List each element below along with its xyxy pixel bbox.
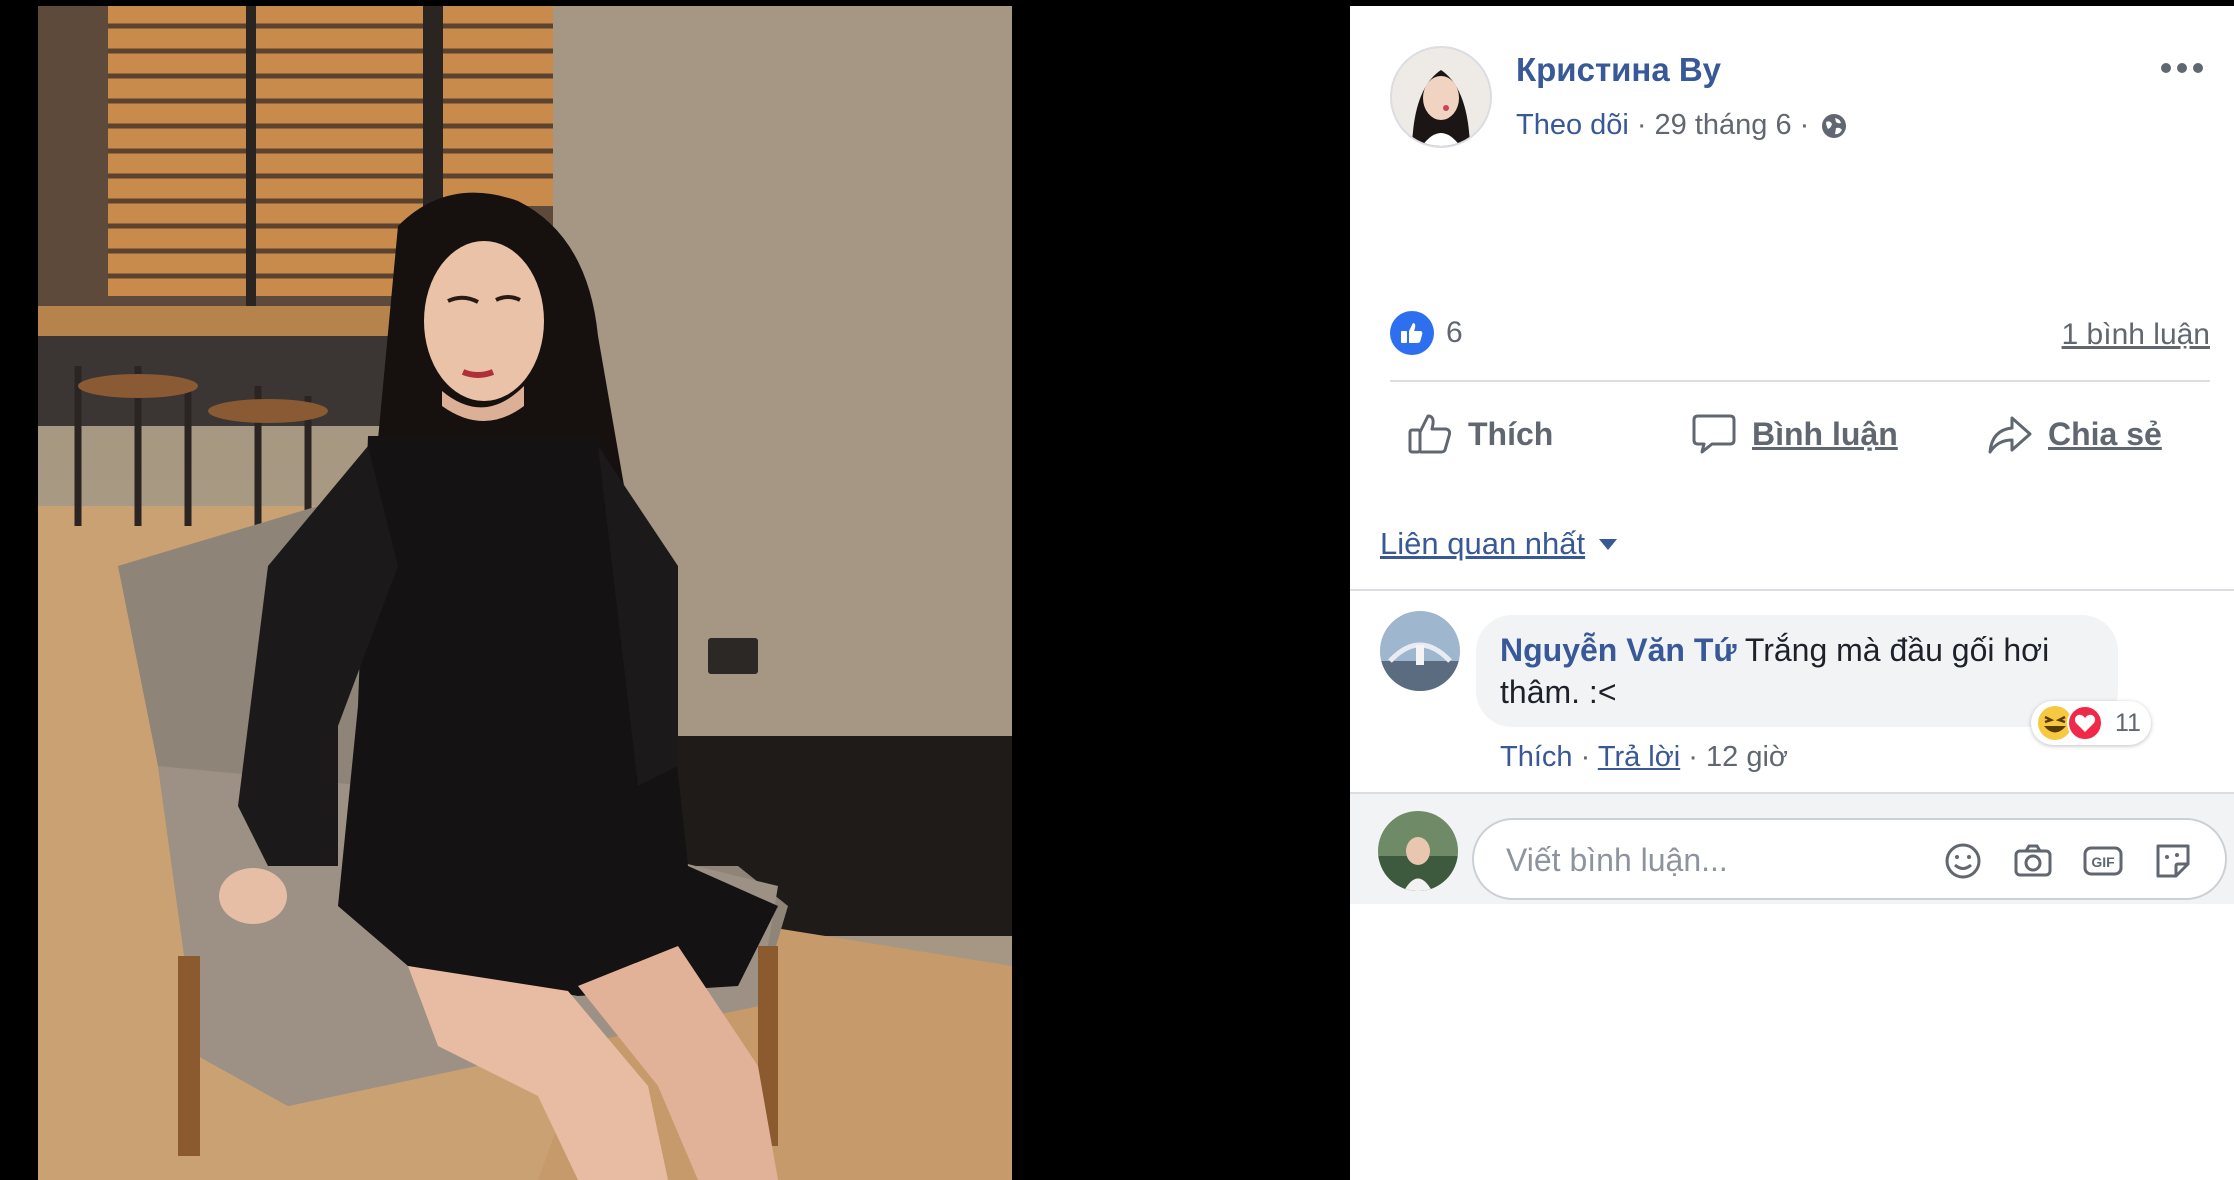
comment-button[interactable]: Bình luận: [1690, 410, 1898, 458]
post-meta: Theo dõi · 29 tháng 6 ·: [1516, 109, 1849, 142]
like-button[interactable]: Thích: [1406, 410, 1553, 458]
commenter-avatar[interactable]: [1380, 611, 1460, 691]
meta-separator: ·: [1636, 109, 1647, 141]
comment-reactions[interactable]: 11: [2031, 701, 2151, 745]
emoji-icon[interactable]: [1942, 840, 1984, 882]
comment-button-label: Bình luận: [1752, 415, 1898, 452]
thumbs-up-icon: [1390, 311, 1434, 355]
author-name[interactable]: Кристина Ву: [1516, 51, 1721, 89]
reaction-summary[interactable]: 6: [1390, 311, 1463, 355]
camera-icon[interactable]: [2012, 840, 2054, 882]
post-photo[interactable]: [38, 6, 1012, 1180]
gif-icon[interactable]: GIF: [2082, 840, 2124, 882]
more-icon[interactable]: [2158, 56, 2206, 80]
share-button-label: Chia sẻ: [2048, 415, 2162, 452]
author-avatar[interactable]: [1390, 46, 1492, 148]
globe-icon[interactable]: [1819, 111, 1849, 141]
comment-sort-dropdown[interactable]: Liên quan nhất: [1380, 526, 1618, 562]
comment-bubble: Nguyễn Văn Tứ Trắng mà đầu gối hơi thâm.…: [1476, 615, 2118, 727]
commenter-avatar-image: [1380, 611, 1460, 691]
like-count: 6: [1446, 316, 1463, 349]
caret-down-icon: [1599, 538, 1618, 550]
comment-time[interactable]: 12 giờ: [1706, 741, 1788, 773]
sticker-icon[interactable]: [2152, 840, 2194, 882]
share-arrow-icon: [1988, 416, 2032, 454]
like-button-label: Thích: [1468, 415, 1554, 452]
photo-illustration: [38, 6, 1012, 1180]
comment-input-box[interactable]: GIF: [1472, 818, 2227, 900]
divider: [1390, 380, 2210, 382]
post-date[interactable]: 29 tháng 6: [1655, 109, 1792, 142]
current-user-avatar-image: [1378, 811, 1458, 891]
commenter-name[interactable]: Nguyễn Văn Tứ: [1500, 632, 1737, 668]
comment-reply-link[interactable]: Trả lời: [1598, 741, 1680, 773]
follow-link[interactable]: Theo dõi: [1516, 109, 1629, 142]
meta-separator: ·: [1688, 741, 1698, 773]
comment-actions: Thích · Trả lời · 12 giờ: [1500, 741, 1788, 774]
post-side-panel: Кристина Ву Theo dõi · 29 tháng 6 · 6 1 …: [1350, 6, 2234, 1180]
love-heart-icon: [2067, 705, 2103, 741]
svg-text:GIF: GIF: [2091, 854, 2115, 870]
comment-reaction-count: 11: [2115, 708, 2141, 737]
comment-composer: GIF: [1350, 792, 2234, 904]
meta-separator: ·: [1580, 741, 1591, 773]
like-outline-icon: [1408, 414, 1452, 454]
current-user-avatar[interactable]: [1378, 811, 1458, 891]
comment-bubble-icon: [1692, 414, 1736, 454]
photo-stage[interactable]: [0, 0, 1350, 1180]
comment-sort-label: Liên quan nhất: [1380, 526, 1586, 561]
comment-count-link[interactable]: 1 bình luận: [2062, 318, 2210, 352]
meta-separator: ·: [1799, 109, 1810, 141]
comment-input[interactable]: [1504, 838, 1928, 882]
author-avatar-image: [1392, 48, 1490, 146]
comment-like-link[interactable]: Thích: [1500, 741, 1573, 773]
share-button[interactable]: Chia sẻ: [1986, 410, 2162, 458]
